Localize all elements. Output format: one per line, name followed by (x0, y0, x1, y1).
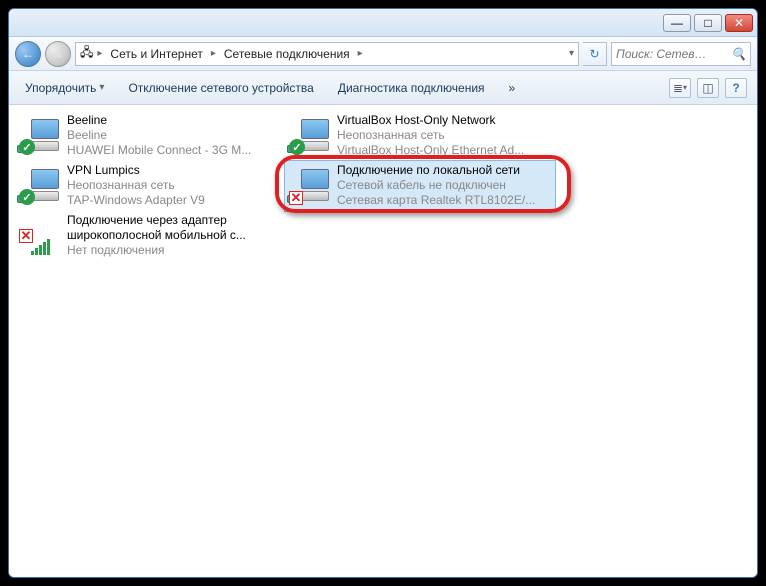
connection-item-vpn[interactable]: ✓ VPN Lumpics Неопознанная сеть TAP-Wind… (15, 161, 285, 211)
connection-icon: ✓ (17, 163, 65, 207)
item-sub1: Beeline (67, 128, 283, 143)
content-area: ✓ Beeline Beeline HUAWEI Mobile Connect … (9, 105, 757, 577)
item-sub2: HUAWEI Mobile Connect - 3G M... (67, 143, 283, 158)
address-bar[interactable]: 🖧 ▸ Сеть и Интернет ▸ Сетевые подключени… (75, 42, 579, 66)
disable-device-button[interactable]: Отключение сетевого устройства (122, 77, 319, 99)
item-title: VirtualBox Host-Only Network (337, 113, 553, 128)
connection-item-broadband[interactable]: ✕ Подключение через адаптер широкополосн… (15, 211, 285, 261)
status-ok-icon: ✓ (19, 139, 35, 155)
item-sub2: VirtualBox Host-Only Ethernet Ad... (337, 143, 553, 158)
connection-item-virtualbox[interactable]: ✓ VirtualBox Host-Only Network Неопознан… (285, 111, 555, 161)
chevron-right-icon: ▸ (97, 48, 102, 59)
view-icons: ≣▾ ◫ ? (669, 78, 747, 98)
maximize-button[interactable]: □ (694, 14, 722, 32)
connection-item-lan[interactable]: ✕ Подключение по локальной сети Сетевой … (285, 161, 555, 211)
minimize-button[interactable]: — (663, 14, 691, 32)
connection-icon: ✕ (17, 213, 65, 257)
more-button[interactable]: » (503, 77, 522, 99)
connection-icon: ✓ (287, 113, 335, 157)
item-title: Подключение по локальной сети (337, 163, 553, 178)
item-sub1: Неопознанная сеть (337, 128, 553, 143)
breadcrumb-network[interactable]: Сеть и Интернет (106, 45, 206, 63)
item-sub2: TAP-Windows Adapter V9 (67, 193, 283, 208)
signal-bars-icon (31, 239, 50, 255)
arrow-right-icon: → (52, 47, 64, 61)
search-input[interactable] (616, 47, 731, 61)
item-title: VPN Lumpics (67, 163, 283, 178)
item-sub2: Сетевая карта Realtek RTL8102E/... (337, 193, 553, 208)
chevron-right-icon: ▸ (211, 48, 216, 59)
status-ok-icon: ✓ (289, 139, 305, 155)
status-error-icon: ✕ (289, 191, 303, 205)
search-icon: 🔍 (731, 47, 746, 61)
connection-icon: ✓ (17, 113, 65, 157)
titlebar: — □ ✕ (9, 9, 757, 37)
explorer-window: — □ ✕ ← → 🖧 ▸ Сеть и Интернет ▸ Сетевые … (8, 8, 758, 578)
item-title: Подключение через адаптер широкополосной… (67, 213, 283, 243)
location-icon: 🖧 (80, 43, 93, 64)
item-title: Beeline (67, 113, 283, 128)
preview-pane-button[interactable]: ◫ (697, 78, 719, 98)
chevron-down-icon[interactable]: ▾ (569, 48, 574, 59)
item-sub2: Нет подключения (67, 243, 283, 258)
breadcrumb-connections[interactable]: Сетевые подключения (220, 45, 354, 63)
connection-item-beeline[interactable]: ✓ Beeline Beeline HUAWEI Mobile Connect … (15, 111, 285, 161)
toolbar: Упорядочить ▾ Отключение сетевого устрой… (9, 71, 757, 105)
view-mode-button[interactable]: ≣▾ (669, 78, 691, 98)
forward-button[interactable]: → (45, 41, 71, 67)
refresh-button[interactable]: ↻ (583, 42, 607, 66)
status-ok-icon: ✓ (19, 189, 35, 205)
arrow-left-icon: ← (22, 47, 34, 61)
item-sub1: Неопознанная сеть (67, 178, 283, 193)
refresh-icon: ↻ (589, 47, 599, 61)
back-button[interactable]: ← (15, 41, 41, 67)
navbar: ← → 🖧 ▸ Сеть и Интернет ▸ Сетевые подклю… (9, 37, 757, 71)
diagnostics-button[interactable]: Диагностика подключения (332, 77, 491, 99)
connection-icon: ✕ (287, 163, 335, 207)
chevron-right-icon: ▸ (358, 48, 363, 59)
close-button[interactable]: ✕ (725, 14, 753, 32)
help-button[interactable]: ? (725, 78, 747, 98)
search-box[interactable]: 🔍 (611, 42, 751, 66)
organize-button[interactable]: Упорядочить ▾ (19, 77, 110, 99)
item-sub1: Сетевой кабель не подключен (337, 178, 553, 193)
